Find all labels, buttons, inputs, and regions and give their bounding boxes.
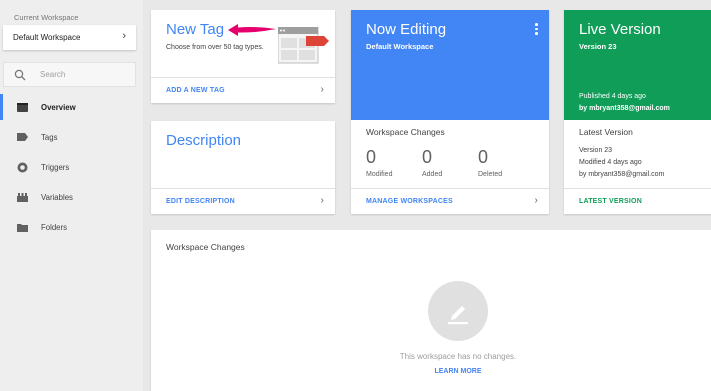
- description-card: Description EDIT DESCRIPTION ›: [151, 121, 335, 214]
- search-icon: [14, 69, 26, 80]
- sidebar-item-tags[interactable]: Tags: [0, 122, 143, 152]
- stat-added: 0 Added: [422, 147, 442, 178]
- sidebar-item-label: Triggers: [41, 162, 70, 172]
- new-tag-description: Choose from over 50 tag types.: [166, 44, 264, 51]
- live-version-title: Live Version: [579, 21, 661, 38]
- description-title[interactable]: Description: [166, 132, 241, 149]
- workspace-changes-heading: Workspace Changes: [166, 242, 245, 252]
- sidebar-item-label: Variables: [41, 192, 73, 202]
- latest-version-title: Latest Version: [579, 127, 633, 137]
- latest-by: by mbryant358@gmail.com: [579, 171, 665, 178]
- learn-more-link[interactable]: LEARN MORE: [151, 368, 711, 375]
- stat-deleted: 0 Deleted: [478, 147, 502, 178]
- edit-description-label: EDIT DESCRIPTION: [166, 198, 235, 205]
- now-editing-title: Now Editing: [366, 21, 447, 38]
- latest-version-button[interactable]: LATEST VERSION: [564, 188, 711, 214]
- latest-version-number: Version 23: [579, 147, 613, 154]
- edit-description-button[interactable]: EDIT DESCRIPTION ›: [151, 188, 335, 214]
- stat-value: 0: [422, 147, 433, 167]
- workspace-changes-title: Workspace Changes: [366, 127, 445, 137]
- sidebar-item-triggers[interactable]: Triggers: [0, 152, 143, 182]
- sidebar-item-label: Folders: [41, 222, 67, 232]
- workspace-selector[interactable]: Default Workspace ›: [3, 25, 136, 50]
- search-placeholder: Search: [40, 70, 66, 79]
- published-by: by mbryant358@gmail.com: [579, 105, 670, 112]
- workspace-name: Default Workspace: [13, 33, 81, 42]
- tag-illustration-icon: [278, 27, 329, 64]
- now-editing-workspace: Default Workspace: [366, 42, 434, 51]
- live-version-header: Live Version Version 23 Published 4 days…: [564, 10, 711, 120]
- empty-state-text: This workspace has no changes.: [399, 352, 517, 361]
- variables-icon: [17, 192, 28, 203]
- overview-icon: [17, 102, 28, 113]
- live-version-number: Version 23: [579, 42, 617, 51]
- search-input[interactable]: Search: [3, 62, 136, 87]
- stat-value: 0: [366, 147, 377, 167]
- stat-label: Added: [422, 171, 443, 178]
- folder-icon: [17, 222, 28, 233]
- now-editing-card: Now Editing Default Workspace Workspace …: [351, 10, 549, 214]
- annotation-arrow-icon: [228, 24, 276, 36]
- chevron-right-icon: ›: [320, 195, 324, 206]
- trigger-icon: [17, 162, 28, 173]
- latest-version-label: LATEST VERSION: [579, 198, 642, 205]
- sidebar-item-overview[interactable]: Overview: [0, 92, 143, 122]
- live-version-card: Live Version Version 23 Published 4 days…: [564, 10, 711, 214]
- tag-icon: [17, 132, 28, 143]
- sidebar: Current Workspace Default Workspace › Se…: [0, 0, 143, 391]
- sidebar-item-label: Overview: [41, 102, 76, 112]
- chevron-right-icon: ›: [534, 195, 538, 206]
- latest-modified: Modified 4 days ago: [579, 159, 642, 166]
- sidebar-item-folders[interactable]: Folders: [0, 212, 143, 242]
- manage-workspaces-label: MANAGE WORKSPACES: [366, 198, 453, 205]
- more-options-icon[interactable]: [535, 23, 539, 37]
- new-tag-title[interactable]: New Tag: [166, 21, 224, 38]
- chevron-right-icon: ›: [320, 84, 324, 95]
- add-new-tag-label: ADD A NEW TAG: [166, 87, 225, 94]
- stat-label: Deleted: [478, 171, 503, 178]
- published-date: Published 4 days ago: [579, 93, 646, 100]
- stat-value: 0: [478, 147, 489, 167]
- current-workspace-label: Current Workspace: [14, 13, 79, 22]
- add-new-tag-button[interactable]: ADD A NEW TAG ›: [151, 77, 335, 103]
- stat-label: Modified: [366, 171, 393, 178]
- sidebar-nav: Overview Tags Triggers Variables Folders: [0, 92, 143, 242]
- now-editing-header: Now Editing Default Workspace: [351, 10, 549, 120]
- manage-workspaces-button[interactable]: MANAGE WORKSPACES ›: [351, 188, 549, 214]
- edit-pencil-icon: [428, 281, 488, 341]
- stat-modified: 0 Modified: [366, 147, 392, 178]
- sidebar-item-label: Tags: [41, 132, 58, 142]
- sidebar-item-variables[interactable]: Variables: [0, 182, 143, 212]
- workspace-changes-panel: Workspace Changes This workspace has no …: [151, 230, 711, 391]
- chevron-right-icon: ›: [122, 30, 126, 42]
- learn-more-label: LEARN MORE: [434, 368, 482, 375]
